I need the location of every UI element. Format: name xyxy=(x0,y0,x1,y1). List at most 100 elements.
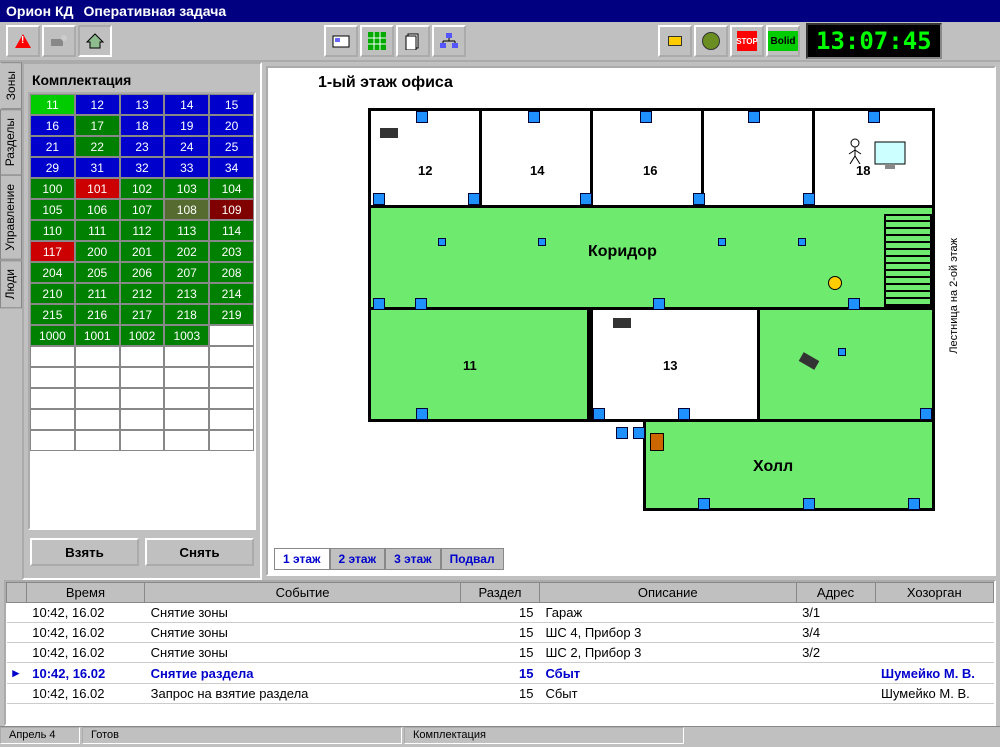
zone-cell[interactable]: 15 xyxy=(209,94,254,115)
sensor-icon[interactable] xyxy=(748,111,760,123)
zone-cell[interactable]: 213 xyxy=(164,283,209,304)
log-row[interactable]: ▸10:42, 16.02Снятие раздела15СбытШумейко… xyxy=(7,663,994,684)
sensor-icon[interactable] xyxy=(798,238,806,246)
zone-cell[interactable]: 208 xyxy=(209,262,254,283)
zone-cell[interactable]: 214 xyxy=(209,283,254,304)
log-header[interactable] xyxy=(7,583,27,603)
zone-cell[interactable]: 113 xyxy=(164,220,209,241)
zone-cell[interactable]: 109 xyxy=(209,199,254,220)
log-header[interactable]: Описание xyxy=(539,583,796,603)
sensor-icon[interactable] xyxy=(920,408,932,420)
sensor-icon[interactable] xyxy=(438,238,446,246)
zone-cell[interactable]: 105 xyxy=(30,199,75,220)
zone-cell[interactable]: 102 xyxy=(120,178,165,199)
led-button[interactable] xyxy=(694,25,728,57)
zone-cell[interactable]: 112 xyxy=(120,220,165,241)
zone-cell[interactable]: 202 xyxy=(164,241,209,262)
zone-cell[interactable]: 207 xyxy=(164,262,209,283)
sensor-icon[interactable] xyxy=(415,298,427,310)
bolid-button[interactable]: Bolid xyxy=(766,25,800,57)
log-header[interactable]: Время xyxy=(26,583,144,603)
zone-cell[interactable]: 212 xyxy=(120,283,165,304)
zone-cell[interactable]: 206 xyxy=(120,262,165,283)
zone-cell[interactable]: 11 xyxy=(30,94,75,115)
zone-cell[interactable]: 219 xyxy=(209,304,254,325)
home-button[interactable] xyxy=(78,25,112,57)
sensor-icon[interactable] xyxy=(718,238,726,246)
zone-cell[interactable]: 17 xyxy=(75,115,120,136)
tab-floor2[interactable]: 2 этаж xyxy=(330,548,386,570)
zone-cell[interactable]: 103 xyxy=(164,178,209,199)
sensor-icon[interactable] xyxy=(416,111,428,123)
zone-cell[interactable]: 114 xyxy=(209,220,254,241)
card-button[interactable] xyxy=(324,25,358,57)
zone-cell[interactable]: 31 xyxy=(75,157,120,178)
zone-cell[interactable]: 217 xyxy=(120,304,165,325)
log-header[interactable]: Адрес xyxy=(796,583,875,603)
zone-cell[interactable]: 1001 xyxy=(75,325,120,346)
zone-cell[interactable]: 107 xyxy=(120,199,165,220)
zone-cell[interactable]: 111 xyxy=(75,220,120,241)
tab-control[interactable]: Управление xyxy=(0,175,22,260)
zone-cell[interactable]: 13 xyxy=(120,94,165,115)
zone-cell[interactable]: 16 xyxy=(30,115,75,136)
zone-cell[interactable]: 23 xyxy=(120,136,165,157)
zone-cell[interactable]: 29 xyxy=(30,157,75,178)
zone-cell[interactable]: 216 xyxy=(75,304,120,325)
log-header[interactable]: Раздел xyxy=(461,583,540,603)
zone-cell[interactable]: 1000 xyxy=(30,325,75,346)
zone-cell[interactable]: 1002 xyxy=(120,325,165,346)
docs-button[interactable] xyxy=(396,25,430,57)
zone-cell[interactable]: 215 xyxy=(30,304,75,325)
zone-cell[interactable]: 201 xyxy=(120,241,165,262)
take-button[interactable]: Взять xyxy=(30,538,139,566)
zone-cell[interactable]: 32 xyxy=(120,157,165,178)
log-row[interactable]: 10:42, 16.02Снятие зоны15Гараж3/1 xyxy=(7,603,994,623)
zone-cell[interactable]: 20 xyxy=(209,115,254,136)
zone-cell[interactable]: 14 xyxy=(164,94,209,115)
zone-cell[interactable]: 117 xyxy=(30,241,75,262)
sensor-icon[interactable] xyxy=(678,408,690,420)
log-row[interactable]: 10:42, 16.02Запрос на взятие раздела15Сб… xyxy=(7,684,994,704)
log-header[interactable]: Хозорган xyxy=(875,583,993,603)
sensor-icon[interactable] xyxy=(373,193,385,205)
speaker-button[interactable] xyxy=(658,25,692,57)
sensor-icon[interactable] xyxy=(803,193,815,205)
log-header[interactable]: Событие xyxy=(145,583,461,603)
zone-cell[interactable]: 1003 xyxy=(164,325,209,346)
tab-sections[interactable]: Разделы xyxy=(0,109,22,175)
zone-cell[interactable]: 34 xyxy=(209,157,254,178)
tab-floor1[interactable]: 1 этаж xyxy=(274,548,330,570)
remove-button[interactable]: Снять xyxy=(145,538,254,566)
zone-cell[interactable]: 33 xyxy=(164,157,209,178)
sensor-icon[interactable] xyxy=(693,193,705,205)
sensor-icon[interactable] xyxy=(698,498,710,510)
tab-floor3[interactable]: 3 этаж xyxy=(385,548,441,570)
zone-cell[interactable]: 204 xyxy=(30,262,75,283)
zone-cell[interactable]: 205 xyxy=(75,262,120,283)
zone-cell[interactable]: 24 xyxy=(164,136,209,157)
zone-cell[interactable]: 100 xyxy=(30,178,75,199)
sensor-icon[interactable] xyxy=(416,408,428,420)
sensor-icon[interactable] xyxy=(908,498,920,510)
zone-cell[interactable]: 203 xyxy=(209,241,254,262)
sensor-icon[interactable] xyxy=(640,111,652,123)
sensor-icon[interactable] xyxy=(538,238,546,246)
zone-cell[interactable]: 110 xyxy=(30,220,75,241)
zone-cell[interactable]: 218 xyxy=(164,304,209,325)
zone-cell[interactable]: 12 xyxy=(75,94,120,115)
tab-people[interactable]: Люди xyxy=(0,260,22,308)
sensor-icon[interactable] xyxy=(580,193,592,205)
zone-cell[interactable]: 210 xyxy=(30,283,75,304)
stop-button[interactable]: STOP xyxy=(730,25,764,57)
grid-button[interactable] xyxy=(360,25,394,57)
log-row[interactable]: 10:42, 16.02Снятие зоны15ШС 4, Прибор 33… xyxy=(7,623,994,643)
sensor-icon[interactable] xyxy=(593,408,605,420)
zone-cell[interactable]: 22 xyxy=(75,136,120,157)
zone-cell[interactable]: 106 xyxy=(75,199,120,220)
sensor-icon[interactable] xyxy=(528,111,540,123)
camera-button[interactable] xyxy=(42,25,76,57)
zone-cell[interactable]: 101 xyxy=(75,178,120,199)
tab-basement[interactable]: Подвал xyxy=(441,548,504,570)
sensor-icon[interactable] xyxy=(373,298,385,310)
